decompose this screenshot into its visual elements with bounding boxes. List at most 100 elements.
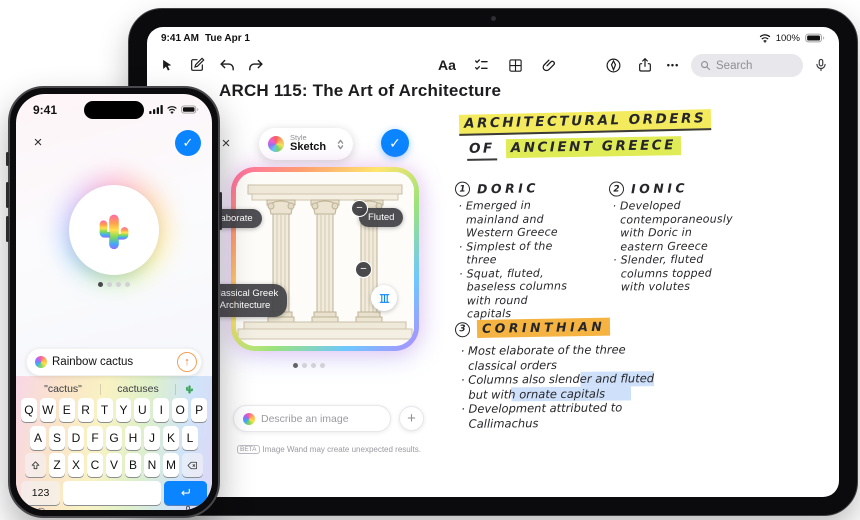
- notes-heading-2: OFANCIENT GREECE: [467, 137, 681, 157]
- key-o[interactable]: O: [172, 398, 188, 422]
- key-b[interactable]: B: [125, 453, 141, 477]
- table-icon[interactable]: [503, 53, 527, 77]
- space-key[interactable]: [63, 481, 161, 505]
- compose-icon[interactable]: [185, 53, 209, 77]
- suggestion-literal[interactable]: "cactus": [26, 383, 100, 395]
- style-picker[interactable]: Style Sketch: [259, 128, 353, 160]
- keyboard-row-4: 123: [16, 481, 212, 505]
- note-line--simplest-of-the: · Simplest of the: [459, 239, 567, 254]
- key-k[interactable]: K: [163, 426, 179, 450]
- cactus-emoji-icon: [184, 383, 195, 395]
- battery-percent: 100%: [776, 33, 800, 44]
- key-u[interactable]: U: [134, 398, 150, 422]
- share-icon[interactable]: [633, 53, 657, 77]
- key-h[interactable]: H: [125, 426, 141, 450]
- ipad-status-bar: 9:41 AMTue Apr 1 100%: [147, 29, 839, 47]
- return-key[interactable]: [164, 481, 207, 505]
- rainbow-cactus-emoji: [91, 207, 137, 253]
- backspace-key[interactable]: [182, 453, 203, 477]
- accept-image-button[interactable]: ✓: [381, 129, 409, 157]
- describe-image-input[interactable]: [233, 405, 391, 432]
- search-input[interactable]: Search: [691, 54, 803, 77]
- remove-tag-icon[interactable]: −: [351, 200, 368, 217]
- genmoji-prompt-input[interactable]: ↑: [26, 348, 202, 376]
- shift-key[interactable]: [25, 453, 46, 477]
- key-v[interactable]: V: [106, 453, 122, 477]
- circled-number: 3: [455, 322, 470, 337]
- image-page-dots[interactable]: [293, 363, 325, 368]
- wifi-icon: [166, 105, 178, 114]
- close-icon[interactable]: ×: [27, 131, 49, 153]
- clock: 9:41: [33, 103, 57, 117]
- keyboard-row-3: ZXCVBNM: [16, 453, 212, 477]
- key-d[interactable]: D: [68, 426, 84, 450]
- column-icon: [378, 292, 391, 305]
- key-r[interactable]: R: [78, 398, 94, 422]
- color-wheel-icon: [268, 136, 284, 152]
- checklist-icon[interactable]: [469, 53, 493, 77]
- describe-image-field[interactable]: [261, 413, 381, 425]
- note-line-mainland-and: mainland and: [459, 212, 567, 227]
- markup-pen-icon[interactable]: [601, 53, 625, 77]
- suggestion-alt[interactable]: cactuses: [101, 383, 175, 395]
- key-x[interactable]: X: [68, 453, 84, 477]
- note-line--slender-fluted: · Slender, fluted: [613, 252, 733, 267]
- beta-badge: BETA: [237, 445, 260, 454]
- remove-tag-icon[interactable]: −: [355, 261, 372, 278]
- volume-down-button: [6, 216, 9, 242]
- note-line--columns-also-slender-and-fluted: · Columns also slender and fluted: [461, 371, 654, 387]
- note-line-three: three: [459, 252, 567, 267]
- key-t[interactable]: T: [97, 398, 113, 422]
- note-line-baseless-columns: baseless columns: [459, 279, 567, 294]
- predictive-bar: "cactus" cactuses: [16, 381, 212, 397]
- note-line--developed: · Developed: [613, 198, 733, 213]
- add-button[interactable]: +: [399, 406, 424, 431]
- accept-genmoji-button[interactable]: ✓: [175, 130, 201, 156]
- select-tool-icon[interactable]: [155, 53, 179, 77]
- emoji-keyboard-icon[interactable]: ☺: [34, 503, 48, 510]
- undo-icon[interactable]: [215, 53, 239, 77]
- dictation-icon[interactable]: [809, 53, 833, 77]
- key-s[interactable]: S: [49, 426, 65, 450]
- key-a[interactable]: A: [30, 426, 46, 450]
- keyboard-row-1: QWERTYUIOP: [16, 398, 212, 422]
- cactus-emoji-suggestion[interactable]: [176, 383, 202, 395]
- genmoji-page-dots[interactable]: [98, 282, 130, 287]
- key-w[interactable]: W: [40, 398, 56, 422]
- key-z[interactable]: Z: [49, 453, 65, 477]
- key-y[interactable]: Y: [116, 398, 132, 422]
- send-icon[interactable]: ↑: [177, 352, 197, 372]
- column-style-chip[interactable]: [371, 285, 397, 311]
- genmoji-preview[interactable]: [69, 185, 159, 275]
- key-n[interactable]: N: [144, 453, 160, 477]
- return-icon: [179, 486, 192, 499]
- clock: 9:41 AM: [161, 33, 199, 44]
- key-c[interactable]: C: [87, 453, 103, 477]
- key-f[interactable]: F: [87, 426, 103, 450]
- key-e[interactable]: E: [59, 398, 75, 422]
- action-button: [6, 152, 9, 166]
- dictation-icon[interactable]: [182, 504, 194, 510]
- keyboard-footer: ☺: [16, 503, 212, 510]
- key-q[interactable]: Q: [21, 398, 37, 422]
- attachment-icon[interactable]: [537, 53, 561, 77]
- key-j[interactable]: J: [144, 426, 160, 450]
- style-value: Sketch: [290, 142, 331, 154]
- more-icon[interactable]: •••: [661, 53, 685, 77]
- genmoji-prompt-field[interactable]: [52, 356, 172, 368]
- doric-heading: 1 DORIC: [455, 180, 539, 196]
- numbers-key[interactable]: 123: [21, 481, 60, 505]
- key-g[interactable]: G: [106, 426, 122, 450]
- genmoji-icon: [35, 356, 47, 368]
- key-l[interactable]: L: [182, 426, 198, 450]
- key-m[interactable]: M: [163, 453, 179, 477]
- front-camera: [491, 16, 496, 21]
- note-line-eastern-greece: eastern Greece: [613, 239, 733, 254]
- iphone-screen: 9:41 × ✓: [16, 94, 212, 510]
- format-button[interactable]: Aa: [435, 53, 459, 77]
- redo-icon[interactable]: [243, 53, 267, 77]
- key-i[interactable]: I: [153, 398, 169, 422]
- key-p[interactable]: P: [191, 398, 207, 422]
- generated-image-card[interactable]: [231, 167, 419, 351]
- search-placeholder: Search: [716, 60, 752, 72]
